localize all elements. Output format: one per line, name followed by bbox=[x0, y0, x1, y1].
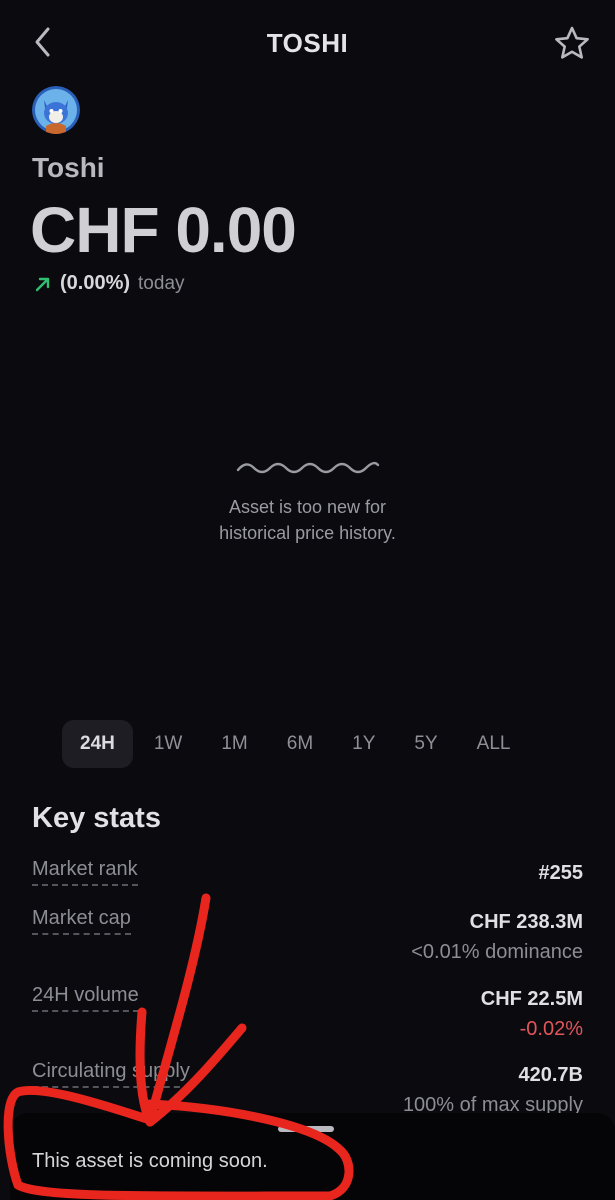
page-title: TOSHI bbox=[266, 28, 349, 58]
asset-price: CHF 0.00 bbox=[30, 194, 297, 266]
change-percent: (0.00%) bbox=[60, 272, 131, 294]
change-period: today bbox=[138, 272, 185, 294]
circulating-supply-value: 420.7B bbox=[518, 1064, 584, 1086]
tab-5y[interactable]: 5Y bbox=[396, 720, 455, 768]
market-cap-value: CHF 238.3M bbox=[469, 911, 583, 933]
tab-6m[interactable]: 6M bbox=[269, 720, 331, 768]
volume-24h-label[interactable]: 24H volume bbox=[32, 984, 139, 1012]
tab-all[interactable]: ALL bbox=[459, 720, 529, 768]
market-cap-label[interactable]: Market cap bbox=[32, 907, 131, 935]
tab-24h[interactable]: 24H bbox=[62, 720, 133, 768]
key-stats-title: Key stats bbox=[32, 802, 161, 834]
tab-1w[interactable]: 1W bbox=[136, 720, 201, 768]
volume-24h-value: CHF 22.5M bbox=[480, 988, 583, 1010]
market-rank-label[interactable]: Market rank bbox=[32, 858, 138, 886]
market-rank-value: #255 bbox=[538, 862, 584, 884]
price-change: (0.00%) today bbox=[34, 272, 185, 295]
tab-1y[interactable]: 1Y bbox=[334, 720, 393, 768]
arrow-up-right-icon bbox=[35, 277, 50, 291]
favorite-button[interactable] bbox=[552, 24, 592, 62]
coming-soon-message: This asset is coming soon. bbox=[32, 1150, 268, 1172]
circulating-supply-label[interactable]: Circulating supply bbox=[32, 1060, 190, 1088]
chart-empty-line-2: historical price history. bbox=[219, 523, 396, 543]
range-tabs: 24H 1W 1M 6M 1Y 5Y ALL bbox=[62, 720, 531, 768]
squiggle-icon bbox=[236, 461, 380, 474]
tab-1m[interactable]: 1M bbox=[203, 720, 265, 768]
chart-empty-message: Asset is too new for historical price hi… bbox=[0, 494, 615, 546]
star-icon bbox=[555, 26, 589, 59]
market-cap-dominance: <0.01% dominance bbox=[411, 941, 583, 963]
volume-24h-change: -0.02% bbox=[519, 1018, 583, 1040]
sheet-drag-handle[interactable] bbox=[278, 1126, 334, 1132]
chart-empty-line-1: Asset is too new for bbox=[228, 497, 387, 517]
asset-name: Toshi bbox=[32, 152, 105, 183]
asset-logo bbox=[32, 86, 80, 134]
